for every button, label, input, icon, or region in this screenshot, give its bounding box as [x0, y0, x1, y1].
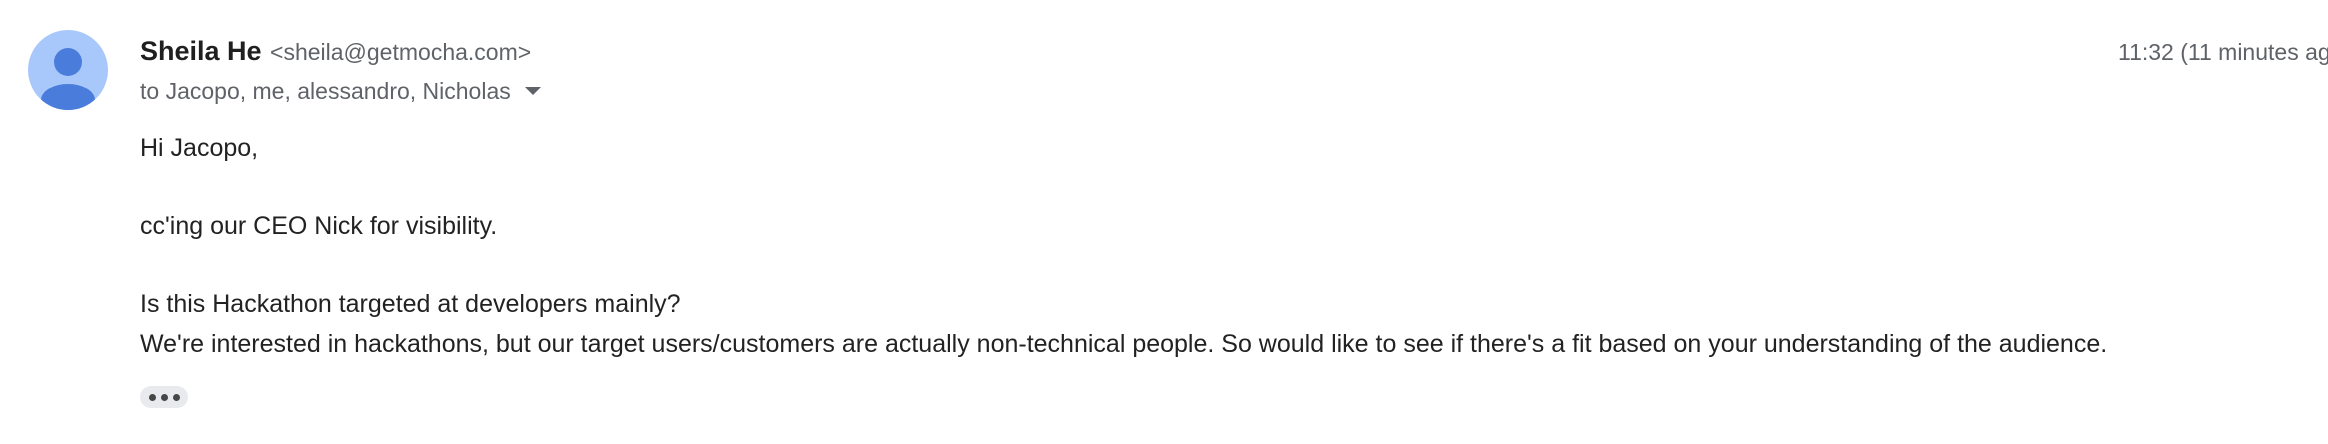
- sender-avatar-icon[interactable]: [28, 30, 108, 110]
- email-message: Sheila He <sheila@getmocha.com> to Jacop…: [0, 0, 2328, 444]
- sender-name[interactable]: Sheila He: [140, 36, 262, 66]
- body-question: Is this Hackathon targeted at developers…: [140, 290, 681, 318]
- sender-email: <sheila@getmocha.com>: [270, 39, 532, 65]
- body-paragraph-cc: cc'ing our CEO Nick for visibility.: [140, 212, 498, 240]
- show-trimmed-content-button[interactable]: [140, 386, 188, 408]
- body-greeting: Hi Jacopo,: [140, 134, 259, 162]
- message-body: Hi Jacopo, cc'ing our CEO Nick for visib…: [140, 128, 2107, 364]
- caret-down-icon[interactable]: [524, 87, 541, 95]
- sender-header: Sheila He <sheila@getmocha.com>: [140, 33, 531, 74]
- recipients-text: to Jacopo, me, alessandro, Nicholas: [140, 78, 511, 104]
- message-timestamp: 11:32 (11 minutes ag: [2118, 39, 2328, 65]
- more-horizontal-icon: [148, 393, 156, 401]
- recipients-line: to Jacopo, me, alessandro, Nicholas: [140, 74, 541, 108]
- body-paragraph-interest: We're interested in hackathons, but our …: [140, 330, 2108, 358]
